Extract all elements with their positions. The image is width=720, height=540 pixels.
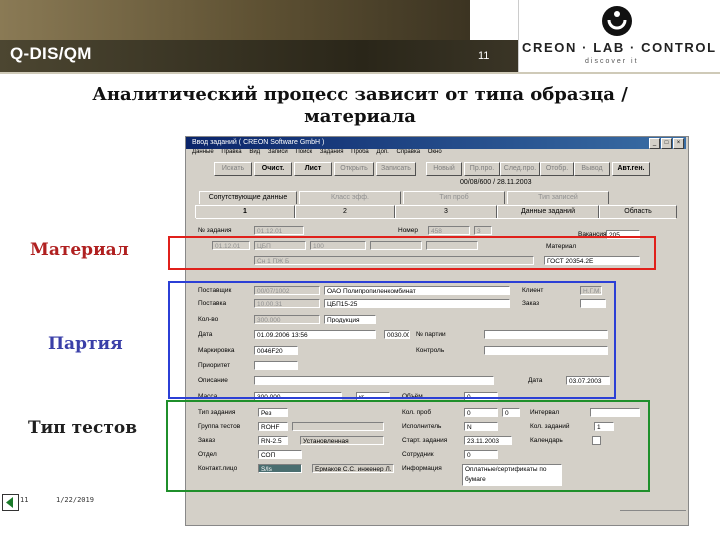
output-button[interactable]: Вывод: [574, 162, 610, 176]
menu-bar: Данные Правка Вид Записи Поиск Задания П…: [186, 149, 686, 159]
autogen-button[interactable]: Авт.ген.: [612, 162, 650, 176]
menu-item[interactable]: Проба: [351, 149, 369, 155]
tab-sample-type[interactable]: Тип проб: [403, 191, 505, 204]
close-icon[interactable]: ×: [673, 138, 684, 149]
batch-side-label: Партия: [48, 334, 123, 354]
tab-effect-class[interactable]: Класс эфф.: [299, 191, 401, 204]
menu-item[interactable]: Справка: [397, 149, 421, 155]
open-button[interactable]: Открыть: [334, 162, 374, 176]
status-bar: [620, 510, 686, 523]
header-title: Q-DIS/QM: [10, 44, 92, 63]
maximize-icon[interactable]: □: [661, 138, 672, 149]
number-field[interactable]: 458: [428, 226, 470, 235]
order-number-field[interactable]: 01.12.01: [254, 226, 304, 235]
tab-related-data[interactable]: Сопутствующие данные: [199, 191, 297, 204]
menu-item[interactable]: Окно: [428, 149, 442, 155]
minimize-icon[interactable]: _: [649, 138, 660, 149]
menu-item[interactable]: Задания: [320, 149, 344, 155]
navigation-icon[interactable]: [2, 494, 19, 511]
batch-highlight-box: [168, 281, 616, 399]
tests-highlight-box: [166, 400, 650, 492]
number-suffix-field[interactable]: 3: [474, 226, 492, 235]
number-label: Номер: [398, 227, 419, 234]
menu-item[interactable]: Вид: [249, 149, 260, 155]
order-number-label: № задания: [198, 227, 232, 234]
clear-button[interactable]: Очист.: [254, 162, 292, 176]
window-titlebar: Ввод заданий ( CREON Software GmbH ) _ □…: [186, 137, 686, 149]
tab-2[interactable]: 2: [295, 205, 395, 218]
tab-1[interactable]: 1: [195, 205, 295, 218]
document-number: 00/08/600 / 28.11.2003: [460, 179, 532, 186]
list-button[interactable]: Лист: [294, 162, 332, 176]
save-button[interactable]: Записать: [376, 162, 416, 176]
tests-side-label: Тип тестов: [28, 418, 138, 438]
menu-item[interactable]: Правка: [221, 149, 241, 155]
material-highlight-box: [168, 236, 656, 270]
tab-area[interactable]: Область: [599, 205, 677, 218]
logo-subtitle: discover it: [585, 58, 639, 65]
footer-page: 11: [20, 496, 29, 504]
creon-logo-icon: [602, 6, 632, 36]
tab-3[interactable]: 3: [395, 205, 497, 218]
header-page-number: 11: [478, 50, 490, 62]
menu-item[interactable]: Данные: [192, 149, 214, 155]
tab-record-type[interactable]: Тип записей: [507, 191, 609, 204]
next-sample-button[interactable]: След.про.: [500, 162, 540, 176]
slide-title: Аналитический процесс зависит от типа об…: [92, 84, 628, 127]
prev-sample-button[interactable]: Пр.про.: [464, 162, 500, 176]
menu-item[interactable]: Доп.: [376, 149, 388, 155]
window-title: Ввод заданий ( CREON Software GmbH ): [192, 139, 325, 146]
select-button[interactable]: Отобр.: [540, 162, 574, 176]
tab-strip: Сопутствующие данные Класс эфф. Тип проб…: [195, 191, 677, 219]
menu-item[interactable]: Поиск: [295, 149, 312, 155]
new-button[interactable]: Новый: [426, 162, 462, 176]
logo-text: CREON · LAB · CONTROL: [522, 40, 717, 55]
header-divider: [0, 72, 720, 74]
tab-order-data[interactable]: Данные заданий: [497, 205, 599, 218]
window-controls: _ □ ×: [649, 138, 684, 149]
menu-item[interactable]: Записи: [268, 149, 288, 155]
search-button[interactable]: Искать: [214, 162, 252, 176]
material-side-label: Материал: [30, 240, 129, 260]
footer-date: 1/22/2019: [56, 496, 94, 504]
toolbar: Искать Очист. Лист Открыть Записать Новы…: [186, 160, 686, 178]
